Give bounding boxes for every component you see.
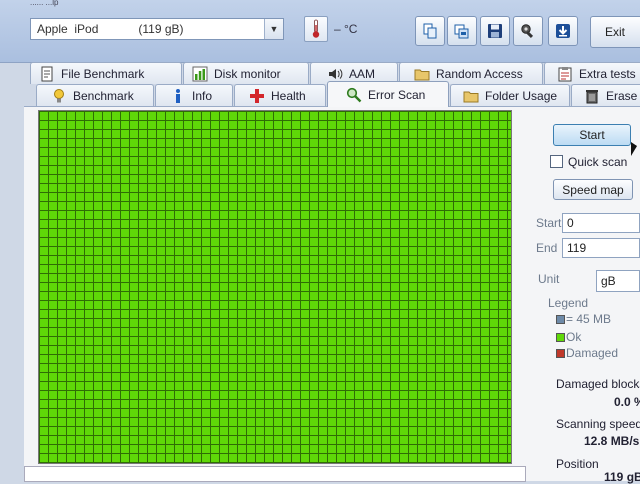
lightbulb-icon	[51, 88, 67, 104]
start-label: Start	[536, 216, 562, 230]
start-field[interactable]: 0	[562, 213, 640, 233]
tab-label: Health	[271, 88, 306, 103]
tab-erase[interactable]: Erase	[571, 84, 640, 106]
download-button[interactable]	[548, 16, 578, 46]
tab-health[interactable]: Health	[234, 84, 326, 106]
copy-text-button[interactable]	[415, 16, 445, 46]
end-label: End	[536, 241, 558, 255]
tab-label: Extra tests	[579, 66, 636, 81]
tab-label: Benchmark	[73, 88, 134, 103]
legend-swatch-damaged	[556, 349, 565, 358]
menu-fragment: ...... ...lp	[30, 0, 59, 7]
scan-block-grid	[38, 110, 512, 464]
quick-scan-checkbox[interactable]	[550, 155, 563, 168]
tab-label: Erase	[606, 88, 638, 103]
copy-screenshot-button[interactable]	[447, 16, 477, 46]
tab-info[interactable]: Info	[155, 84, 233, 106]
screenshot-copy-icon	[454, 23, 470, 39]
position-value: 119 gB	[604, 470, 640, 484]
info-icon	[170, 88, 186, 104]
title-toolbar: ...... ...lp Apple iPod (119 gB) ▼ – °C	[0, 0, 640, 63]
copy-icon	[422, 23, 438, 39]
temperature-readout: – °C	[334, 22, 358, 36]
end-field[interactable]: 119	[562, 238, 640, 258]
tab-label: Disk monitor	[214, 66, 281, 81]
download-arrow-icon	[555, 23, 571, 39]
bar-chart-icon	[192, 66, 208, 82]
save-button[interactable]	[480, 16, 510, 46]
tab-label: AAM	[349, 66, 376, 81]
speed-map-button[interactable]: Speed map	[553, 179, 633, 200]
legend-title: Legend	[548, 296, 589, 310]
scanning-speed-value: 12.8 MB/s	[584, 434, 640, 448]
tab-folder-usage[interactable]: Folder Usage	[450, 84, 570, 106]
drive-select-value: Apple iPod (119 gB)	[37, 22, 184, 36]
tools-icon	[520, 23, 536, 39]
exit-button[interactable]: Exit	[590, 16, 640, 48]
tab-file-benchmark[interactable]: File Benchmark	[30, 62, 182, 84]
tab-label: Error Scan	[368, 87, 426, 102]
health-cross-icon	[249, 88, 265, 104]
tab-disk-monitor[interactable]: Disk monitor	[183, 62, 309, 84]
scanning-speed-label: Scanning speed	[556, 417, 640, 431]
unit-select[interactable]: gB	[596, 270, 640, 292]
options-button[interactable]	[513, 16, 543, 46]
clipboard-icon	[557, 66, 573, 82]
document-icon	[39, 66, 55, 82]
floppy-disk-icon	[487, 23, 503, 39]
tab-row-bottom: Benchmark Info Health Error Scan Folder …	[0, 81, 640, 107]
mouse-cursor	[631, 142, 637, 156]
tab-row-top: File Benchmark Disk monitor AAM Random A…	[0, 62, 640, 84]
tab-label: File Benchmark	[61, 66, 145, 81]
start-scan-button[interactable]: Start	[553, 124, 631, 146]
tab-extra-tests[interactable]: Extra tests	[544, 62, 640, 84]
damaged-blocks-value: 0.0 %	[614, 395, 640, 409]
position-label: Position	[556, 457, 599, 471]
legend-swatch-block-size	[556, 315, 565, 324]
scan-grid-canvas	[39, 111, 511, 463]
folder-icon	[414, 66, 430, 82]
trash-icon	[584, 88, 600, 104]
chevron-down-icon[interactable]: ▼	[264, 19, 283, 39]
legend-swatch-ok	[556, 333, 565, 342]
magnifier-icon	[346, 87, 362, 103]
tab-label: Folder Usage	[485, 88, 558, 103]
legend-ok: Ok	[566, 330, 582, 344]
damaged-blocks-label: Damaged blocks	[556, 377, 640, 391]
legend-damaged: Damaged	[566, 346, 619, 360]
drive-select[interactable]: Apple iPod (119 gB) ▼	[30, 18, 284, 40]
legend-block-size: = 45 MB	[566, 312, 612, 326]
speaker-icon	[327, 66, 343, 82]
tab-error-scan[interactable]: Error Scan	[327, 81, 449, 107]
tab-benchmark[interactable]: Benchmark	[36, 84, 154, 106]
unit-label: Unit	[538, 272, 560, 286]
folder-icon	[463, 88, 479, 104]
quick-scan-label: Quick scan	[568, 155, 628, 169]
tab-label: Info	[192, 88, 213, 103]
tab-label: Random Access	[436, 66, 523, 81]
thermometer-icon[interactable]	[304, 16, 328, 42]
